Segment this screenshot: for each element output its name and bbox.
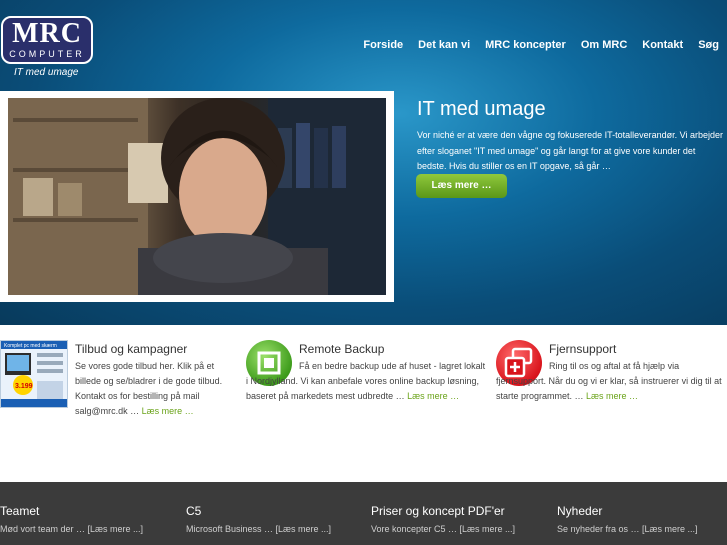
hero-intro-text: Vor niché er at være den vågne og fokuse… xyxy=(417,130,724,171)
feature-title-tilbud[interactable]: Tilbud og kampagner xyxy=(75,342,187,356)
logo-wordmark: MRC xyxy=(12,18,82,49)
feature-text-backup: Få en bedre backup ude af huset - lagret… xyxy=(246,359,486,404)
footer-col-priser: Priser og koncept PDF'er Vore koncepter … xyxy=(371,504,515,534)
nav-forside[interactable]: Forside xyxy=(363,39,403,51)
hero-photo xyxy=(8,98,386,295)
logo-tagline: IT med umage xyxy=(14,67,79,78)
hero-headline: IT med umage xyxy=(417,98,546,120)
footer-title-nyheder[interactable]: Nyheder xyxy=(557,504,698,518)
nav-om-mrc[interactable]: Om MRC xyxy=(581,39,627,51)
flyer-thumbnail[interactable]: Komplet pc med skærm 3.199 xyxy=(0,340,68,408)
feature-text-tilbud: Se vores gode tilbud her. Klik på et bil… xyxy=(75,359,240,419)
feature-title-fjernsupport[interactable]: Fjernsupport xyxy=(549,342,616,356)
read-more-link-tilbud[interactable]: Læs mere … xyxy=(142,406,194,416)
read-more-link-backup[interactable]: Læs mere … xyxy=(407,391,459,401)
footer-title-c5[interactable]: C5 xyxy=(186,504,331,518)
nav-sog[interactable]: Søg xyxy=(698,39,719,51)
logo-subtitle: COMPUTER xyxy=(9,49,85,59)
hero-photo-frame xyxy=(0,91,394,302)
mrc-logo[interactable]: MRC COMPUTER xyxy=(1,16,93,64)
read-more-link-fjernsupport[interactable]: Læs mere … xyxy=(586,391,638,401)
footer-text-priser[interactable]: Vore koncepter C5 … [Læs mere ...] xyxy=(371,524,515,534)
main-nav: Forside Det kan vi MRC koncepter Om MRC … xyxy=(363,39,719,51)
footer-text-teamet[interactable]: Mød vort team der … [Læs mere ...] xyxy=(0,524,143,534)
footer-text-nyheder[interactable]: Se nyheder fra os … [Læs mere ...] xyxy=(557,524,698,534)
hero-banner: MRC COMPUTER IT med umage Forside Det ka… xyxy=(0,0,727,325)
footer-text-c5[interactable]: Microsoft Business … [Læs mere ...] xyxy=(186,524,331,534)
footer-col-teamet: Teamet Mød vort team der … [Læs mere ...… xyxy=(0,504,143,534)
footer-col-nyheder: Nyheder Se nyheder fra os … [Læs mere ..… xyxy=(557,504,698,534)
footer-title-teamet[interactable]: Teamet xyxy=(0,504,143,518)
nav-kontakt[interactable]: Kontakt xyxy=(642,39,683,51)
feature-title-backup[interactable]: Remote Backup xyxy=(299,342,384,356)
hero-read-more-button[interactable]: Læs mere … xyxy=(416,174,507,198)
footer-title-priser[interactable]: Priser og koncept PDF'er xyxy=(371,504,515,518)
nav-mrc-koncepter[interactable]: MRC koncepter xyxy=(485,39,566,51)
footer-col-c5: C5 Microsoft Business … [Læs mere ...] xyxy=(186,504,331,534)
feature-text-fjernsupport: Ring til os og aftal at få hjælp via fje… xyxy=(496,359,726,404)
nav-det-kan-vi[interactable]: Det kan vi xyxy=(418,39,470,51)
flyer-price: 3.199 xyxy=(15,383,33,390)
flyer-headline: Komplet pc med skærm xyxy=(4,343,57,349)
